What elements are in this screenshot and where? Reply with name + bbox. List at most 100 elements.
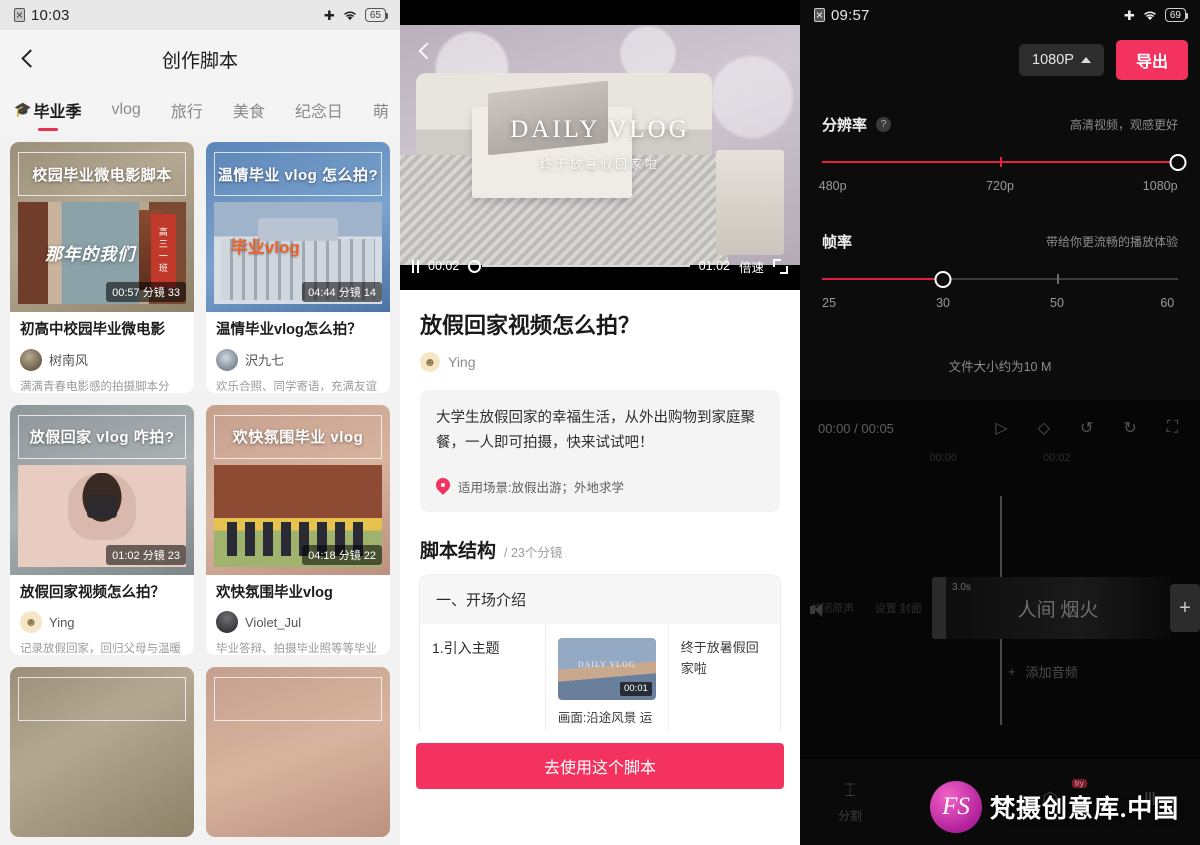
scene-row: 适用场景:放假出游；外地求学 (436, 477, 764, 496)
clip-thumbnail-art: 人间 烟火 (1017, 599, 1099, 621)
script-card[interactable]: 欢快氛围毕业 vlog 04:18 分镜 22 欢快氛围毕业vlog Viole… (206, 404, 390, 655)
script-card[interactable]: 温情毕业 vlog 怎么拍? 毕业vlog 04:44 分镜 14 温情毕业vl… (206, 142, 390, 393)
structure-title: 脚本结构 (420, 540, 497, 562)
tick-label: 1080p (1142, 179, 1178, 193)
tab-food[interactable]: 美食 (233, 98, 265, 125)
framerate-hint: 带给你更流畅的播放体验 (1045, 235, 1178, 249)
timeline-ruler: 00:00 00:02 (800, 452, 1200, 464)
tick-label: 50 (1050, 296, 1064, 310)
card-author: 沢九七 (216, 348, 380, 371)
avatar (420, 352, 440, 372)
tab-vlog[interactable]: vlog (111, 101, 140, 122)
fullscreen-icon[interactable] (773, 258, 788, 274)
redo-icon[interactable]: ↻ (1123, 418, 1136, 438)
cover-title: 温情毕业 vlog 怎么拍? (217, 166, 379, 184)
video-seek-bar[interactable] (468, 259, 690, 273)
clip-trim-handle[interactable] (932, 577, 946, 639)
clip-body[interactable]: 3.0s 人间 烟火 (946, 577, 1170, 639)
tab-travel[interactable]: 旅行 (171, 98, 203, 125)
duration-badge: 00:57 分镜 33 (106, 282, 186, 302)
wifi-icon (1142, 9, 1158, 21)
slider-knob[interactable] (934, 271, 952, 288)
sim-no-signal-icon (14, 8, 25, 22)
video-speed-button[interactable]: 倍速 (739, 257, 764, 276)
category-tabs: 🎓 毕业季 vlog 旅行 美食 纪念日 萌 (0, 88, 400, 134)
script-card-partial[interactable] (206, 667, 390, 837)
ruler-mark: 00:02 (1043, 452, 1071, 464)
video-player[interactable]: DAILY VLOG 终于放暑假回家啦 00:02 01:02 倍速 (400, 0, 800, 290)
battery-indicator: 65 (364, 8, 389, 22)
structure-count: / 23个分镜 (504, 545, 563, 560)
video-letterbox-top (400, 0, 800, 25)
card-cover: 欢快氛围毕业 vlog 04:18 分镜 22 (206, 404, 390, 575)
video-overlay-subtitle: 终于放暑假回家啦 (539, 156, 660, 171)
pause-icon[interactable] (412, 259, 419, 273)
framerate-section: 帧率 带给你更流畅的播放体验 25 30 50 60 文件大小约为10 M (800, 231, 1200, 375)
tab-anniversary[interactable]: 纪念日 (295, 98, 343, 125)
tick-label: 60 (1160, 296, 1175, 310)
card-cover: 放假回家 vlog 咋拍? 01:02 分镜 23 (10, 404, 194, 575)
editor-control-bar: 00:00 / 00:05 ▷ ◇ ↺ ↻ ⛶ (800, 400, 1200, 438)
set-cover-button[interactable]: 设置 封面 (875, 600, 922, 616)
card-body: 放假回家视频怎么拍？ Ying 记录放假回家，回归父母与温暖房间的幸福时刻！ 寒… (10, 575, 194, 655)
nav-bar: 创作脚本 (0, 30, 400, 88)
plus-icon: + (1008, 664, 1016, 679)
add-audio-button[interactable]: + 添加音频 (1008, 662, 1078, 681)
export-button[interactable]: 导出 (1115, 40, 1188, 80)
card-description: 记录放假回家，回归父母与温暖房间的幸福时刻！ (20, 643, 181, 655)
script-card-partial[interactable] (10, 667, 194, 837)
slider-knob[interactable] (1169, 154, 1187, 171)
fullscreen-icon[interactable]: ⛶ (1167, 419, 1178, 437)
resolution-chip[interactable]: 1080P (1019, 44, 1104, 76)
cover-title: 欢快氛围毕业 vlog (232, 429, 364, 446)
status-bar-left-phone: 10:03 ✚ 65 (0, 0, 400, 30)
undo-icon[interactable]: ↺ (1080, 418, 1093, 438)
card-author: Violet_Jul (216, 611, 380, 634)
script-card[interactable]: 放假回家 vlog 咋拍? 01:02 分镜 23 放假回家视频怎么拍？ Yin… (10, 404, 194, 655)
cover-banner-text: 高三一班 (150, 214, 176, 288)
editor-icon-row: ▷ ◇ ↺ ↻ ⛶ (894, 418, 1182, 438)
mute-original-audio-button[interactable]: 关闭原声 (810, 600, 854, 616)
card-body: 欢快氛围毕业vlog Violet_Jul 毕业答辩、拍摄毕业照等等毕业季重要时… (206, 575, 390, 655)
video-overlay-title: DAILY VLOG (510, 116, 690, 144)
avatar (20, 348, 42, 371)
cover-title-band (18, 677, 186, 721)
card-author: Ying (20, 611, 184, 634)
script-author[interactable]: Ying (420, 352, 780, 372)
video-clip-strip[interactable]: 3.0s 人间 烟火 + (932, 577, 1200, 639)
tab-label: 美食 (232, 103, 265, 121)
status-bar-left-group: 10:03 (14, 7, 70, 24)
tick-label: 720p (986, 179, 1014, 193)
slider-fill (822, 278, 944, 280)
tab-cute[interactable]: 萌 (373, 98, 389, 125)
toolbar-split[interactable]: ⌶ 分割 (800, 780, 900, 824)
duration-badge: 04:18 分镜 22 (302, 544, 382, 565)
framerate-header-left: 帧率 (822, 231, 852, 252)
tab-graduation-season[interactable]: 🎓 毕业季 (14, 98, 81, 131)
framerate-slider[interactable] (822, 271, 1178, 288)
video-back-chevron-icon[interactable] (414, 40, 436, 62)
seek-knob[interactable] (468, 259, 482, 273)
video-total-time: 01:02 (698, 259, 730, 273)
cover-overlay-text: 那年的我们 (45, 245, 136, 265)
panel-export-settings: 09:57 ✚ 69 1080P 导出 分辨率 ? 高清视频，观感更好 480p… (800, 0, 1200, 845)
shot-thumbnail[interactable]: DAILY VLOG 00:01 (557, 637, 656, 700)
location-pin-icon (436, 478, 450, 495)
add-clip-plus-icon[interactable]: + (1170, 584, 1200, 632)
question-mark-icon[interactable]: ? (876, 117, 892, 132)
use-script-button[interactable]: 去使用这个脚本 (416, 743, 784, 789)
card-title: 初高中校园毕业微电影 (20, 322, 165, 338)
watermark-text: 梵摄创意库.中国 (990, 796, 1180, 823)
cover-overlay-text: 毕业vlog (230, 237, 300, 257)
framerate-header: 帧率 带给你更流畅的播放体验 (822, 231, 1178, 252)
back-chevron-icon[interactable] (16, 46, 42, 72)
track-left-controls: 关闭原声 设置 封面 (800, 600, 932, 616)
keyframe-icon[interactable]: ◇ (1038, 418, 1050, 438)
script-detail-header: 放假回家视频怎么拍？ Ying 大学生放假回家的幸福生活，从外出购物到家庭聚餐，… (400, 290, 800, 512)
script-description: 大学生放假回家的幸福生活，从外出购物到家庭聚餐，一人即可拍摄，快来试试吧！ (436, 410, 755, 452)
resolution-slider[interactable] (822, 154, 1187, 171)
play-icon[interactable]: ▷ (995, 418, 1007, 438)
panel-script-detail: DAILY VLOG 终于放暑假回家啦 00:02 01:02 倍速 放假回家视… (400, 0, 800, 845)
sim-no-signal-icon (814, 8, 825, 22)
script-card[interactable]: 校园毕业微电影脚本 那年的我们 高三一班 00:57 分镜 33 初高中校园毕业… (10, 142, 194, 393)
